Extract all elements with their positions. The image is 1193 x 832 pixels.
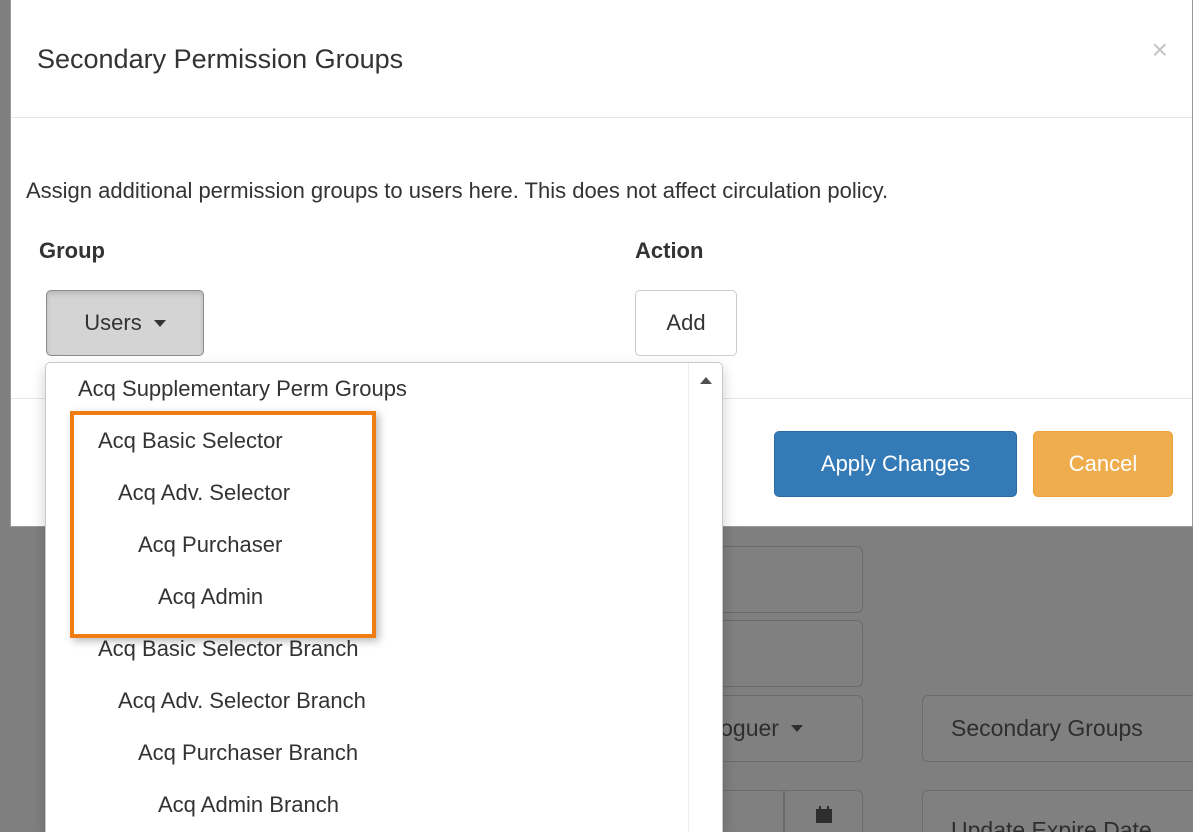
secondary-groups-button: Secondary Groups xyxy=(922,695,1193,762)
update-expire-date-label: Update Expire Date xyxy=(951,817,1152,832)
background-input-2 xyxy=(708,620,863,687)
update-expire-date-button: Update Expire Date xyxy=(922,790,1193,832)
dropdown-item[interactable]: Acq Admin Branch xyxy=(158,783,339,827)
group-column-header: Group xyxy=(39,238,105,263)
caret-down-icon xyxy=(153,319,166,327)
action-column-header: Action xyxy=(635,238,704,263)
add-button[interactable]: Add xyxy=(635,290,737,356)
caret-down-icon xyxy=(790,725,803,732)
close-icon[interactable]: × xyxy=(1152,36,1168,64)
background-input-1 xyxy=(708,546,863,613)
calendar-icon xyxy=(815,806,832,823)
scroll-up-arrow-icon[interactable] xyxy=(700,377,712,384)
dropdown-item[interactable]: Acq Supplementary Perm Groups xyxy=(78,367,407,411)
dropdown-item[interactable]: Acq Purchaser xyxy=(138,523,282,567)
profile-select: loguer xyxy=(700,695,863,762)
modal-title: Secondary Permission Groups xyxy=(37,44,404,74)
group-select-value: Users xyxy=(84,310,142,335)
group-dropdown-menu[interactable]: Acq Supplementary Perm Groups Acq Basic … xyxy=(45,362,723,832)
apply-changes-button[interactable]: Apply Changes xyxy=(774,431,1017,497)
dropdown-item[interactable]: Acq Adv. Selector Branch xyxy=(118,679,366,723)
modal-header: Secondary Permission Groups × xyxy=(11,0,1192,118)
help-text: Assign additional permission groups to u… xyxy=(26,178,889,203)
calendar-button xyxy=(784,790,863,832)
cancel-button[interactable]: Cancel xyxy=(1033,431,1173,497)
dropdown-item[interactable]: Acq Adv. Selector xyxy=(118,471,290,515)
group-select-button[interactable]: Users xyxy=(46,290,204,356)
dropdown-item[interactable]: Acq Admin xyxy=(158,575,263,619)
dropdown-item[interactable]: Acq Basic Selector Branch xyxy=(98,627,358,671)
profile-select-label: loguer xyxy=(715,715,779,741)
secondary-groups-label: Secondary Groups xyxy=(951,715,1143,741)
dropdown-item[interactable]: Acq Basic Selector xyxy=(98,419,283,463)
dropdown-item[interactable]: Acq Purchaser Branch xyxy=(138,731,358,775)
dropdown-scrollbar[interactable] xyxy=(688,363,722,832)
